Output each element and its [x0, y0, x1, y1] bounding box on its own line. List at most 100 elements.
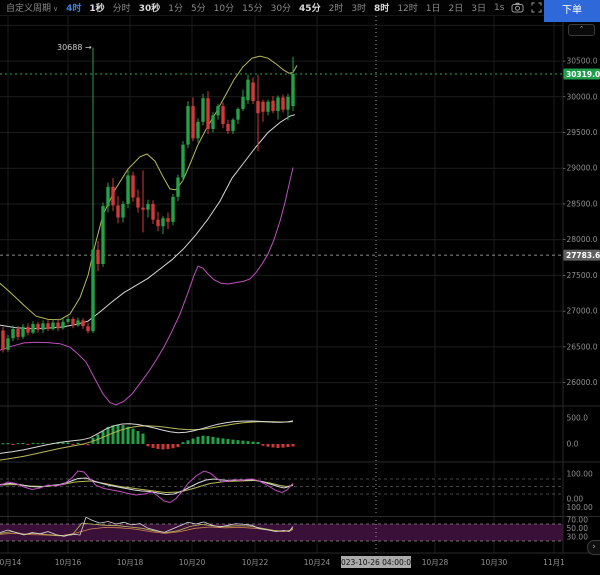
candle-body: [176, 178, 179, 197]
hist-bar: [212, 437, 215, 444]
hist-bar: [282, 444, 285, 448]
collapse-axis-button[interactable]: ⌃: [568, 24, 595, 36]
price-axis-label: 28500.0: [567, 199, 598, 208]
candle-body: [1, 330, 4, 349]
hist-bar: [67, 442, 70, 444]
candle-body: [101, 206, 104, 264]
hist-bar: [37, 443, 40, 444]
period-item-13[interactable]: 12时: [397, 1, 417, 14]
current-price-label-text: 30319.0: [566, 70, 600, 79]
candle-body: [41, 323, 44, 329]
candle-body: [261, 102, 264, 112]
hist-bar: [77, 443, 80, 444]
hist-bar: [27, 444, 30, 445]
candle-body: [31, 324, 34, 333]
candle-body: [66, 319, 69, 322]
hist-bar: [162, 444, 165, 449]
hist-bar: [272, 444, 275, 447]
hist-bar: [112, 425, 115, 444]
candles: [1, 48, 294, 353]
hist-bar: [237, 440, 240, 444]
period-item-11[interactable]: 3时: [351, 1, 366, 14]
period-item-6[interactable]: 10分: [214, 1, 234, 14]
hist-bar: [72, 444, 75, 445]
period-item-14[interactable]: 1日: [426, 1, 441, 14]
expand-panel-button[interactable]: ›: [587, 540, 600, 555]
candle-body: [286, 97, 289, 110]
price-axis-label: 30500.0: [567, 57, 598, 66]
hist-bar: [177, 444, 180, 447]
candle-body: [136, 198, 139, 208]
candle-body: [161, 218, 164, 226]
order-button[interactable]: 下单: [544, 0, 600, 22]
chevron-down-icon: ∨: [53, 5, 58, 13]
hist-bar: [22, 443, 25, 444]
candle-body: [201, 98, 204, 122]
candle-body: [56, 323, 59, 329]
hist-bar: [7, 443, 10, 444]
time-axis-label: 11月1: [543, 558, 565, 567]
hist-bar: [257, 442, 260, 444]
candle-body: [76, 320, 79, 325]
hist-bar: [17, 443, 20, 444]
fullscreen-icon[interactable]: [531, 2, 542, 13]
period-item-15[interactable]: 2日: [449, 1, 464, 14]
toolbar: 自定义周期∨ 4时 1秒分时 30秒 1分 5分 10分 15分 30分 45分 2时 3时 8时 12…: [0, 0, 600, 16]
period-item-10[interactable]: 2时: [329, 1, 344, 14]
period-item-0[interactable]: 4时: [66, 1, 81, 14]
candle-body: [211, 115, 214, 129]
candle-body: [21, 327, 24, 337]
resolution-label[interactable]: 1s: [494, 3, 504, 13]
candle-body: [221, 106, 224, 124]
custom-period-dropdown[interactable]: 自定义周期∨: [6, 1, 58, 14]
candle-body: [281, 98, 284, 110]
time-axis-label: 10月16: [55, 558, 82, 567]
hist-bar: [137, 431, 140, 444]
period-item-4[interactable]: 1分: [168, 1, 183, 14]
time-axis-label: 10月28: [422, 558, 449, 567]
price-axis-label: 26500.0: [567, 342, 598, 351]
candle-body: [236, 109, 239, 120]
candle-body: [106, 187, 109, 206]
macd-histogram: [0, 421, 295, 460]
hist-bar: [202, 436, 205, 444]
candle-body: [36, 324, 39, 330]
candle-body: [11, 329, 14, 338]
chart-canvas[interactable]: 30688 →30500.030000.029500.029000.028500…: [0, 16, 600, 575]
candle-body: [151, 204, 154, 220]
hist-bar: [127, 427, 130, 444]
period-item-3[interactable]: 30秒: [139, 1, 161, 14]
period-item-8[interactable]: 30分: [271, 1, 291, 14]
spike-annotation: 30688 →: [57, 43, 92, 52]
candle-body: [156, 220, 159, 226]
candle-body: [51, 323, 54, 329]
period-item-5[interactable]: 5分: [191, 1, 206, 14]
period-item-1[interactable]: 1秒: [89, 1, 104, 14]
candle-body: [241, 97, 244, 109]
period-item-9[interactable]: 45分: [299, 1, 321, 14]
band-middle-line: [0, 115, 295, 329]
candle-body: [46, 323, 49, 329]
hist-bar: [252, 442, 255, 444]
price-axis-label: 29500.0: [567, 128, 598, 137]
hist-bar: [227, 439, 230, 444]
rsi-axis-label: 100.00: [567, 503, 593, 512]
period-item-16[interactable]: 3日: [471, 1, 486, 14]
candle-body: [246, 80, 249, 101]
hist-bar: [122, 425, 125, 444]
macd-dif-line: [0, 421, 293, 454]
candle-body: [111, 187, 114, 206]
hist-bar: [262, 444, 265, 446]
time-axis: 10月1410月1610月1810月2010月2210月2410月2810月30…: [0, 556, 565, 568]
period-item-7[interactable]: 15分: [242, 1, 262, 14]
period-item-12[interactable]: 8时: [374, 1, 389, 14]
candle-body: [231, 120, 234, 131]
hist-bar: [2, 443, 5, 444]
candle-body: [191, 106, 194, 138]
period-item-2[interactable]: 分时: [113, 1, 131, 14]
period-buttons: 4时 1秒分时 30秒 1分 5分 10分 15分 30分 45分 2时 3时 8时 12时 1日 2日 3日: [66, 1, 486, 14]
candle-body: [206, 98, 209, 129]
camera-icon[interactable]: [511, 2, 524, 13]
candle-body: [86, 326, 89, 331]
candle-body: [121, 204, 124, 218]
